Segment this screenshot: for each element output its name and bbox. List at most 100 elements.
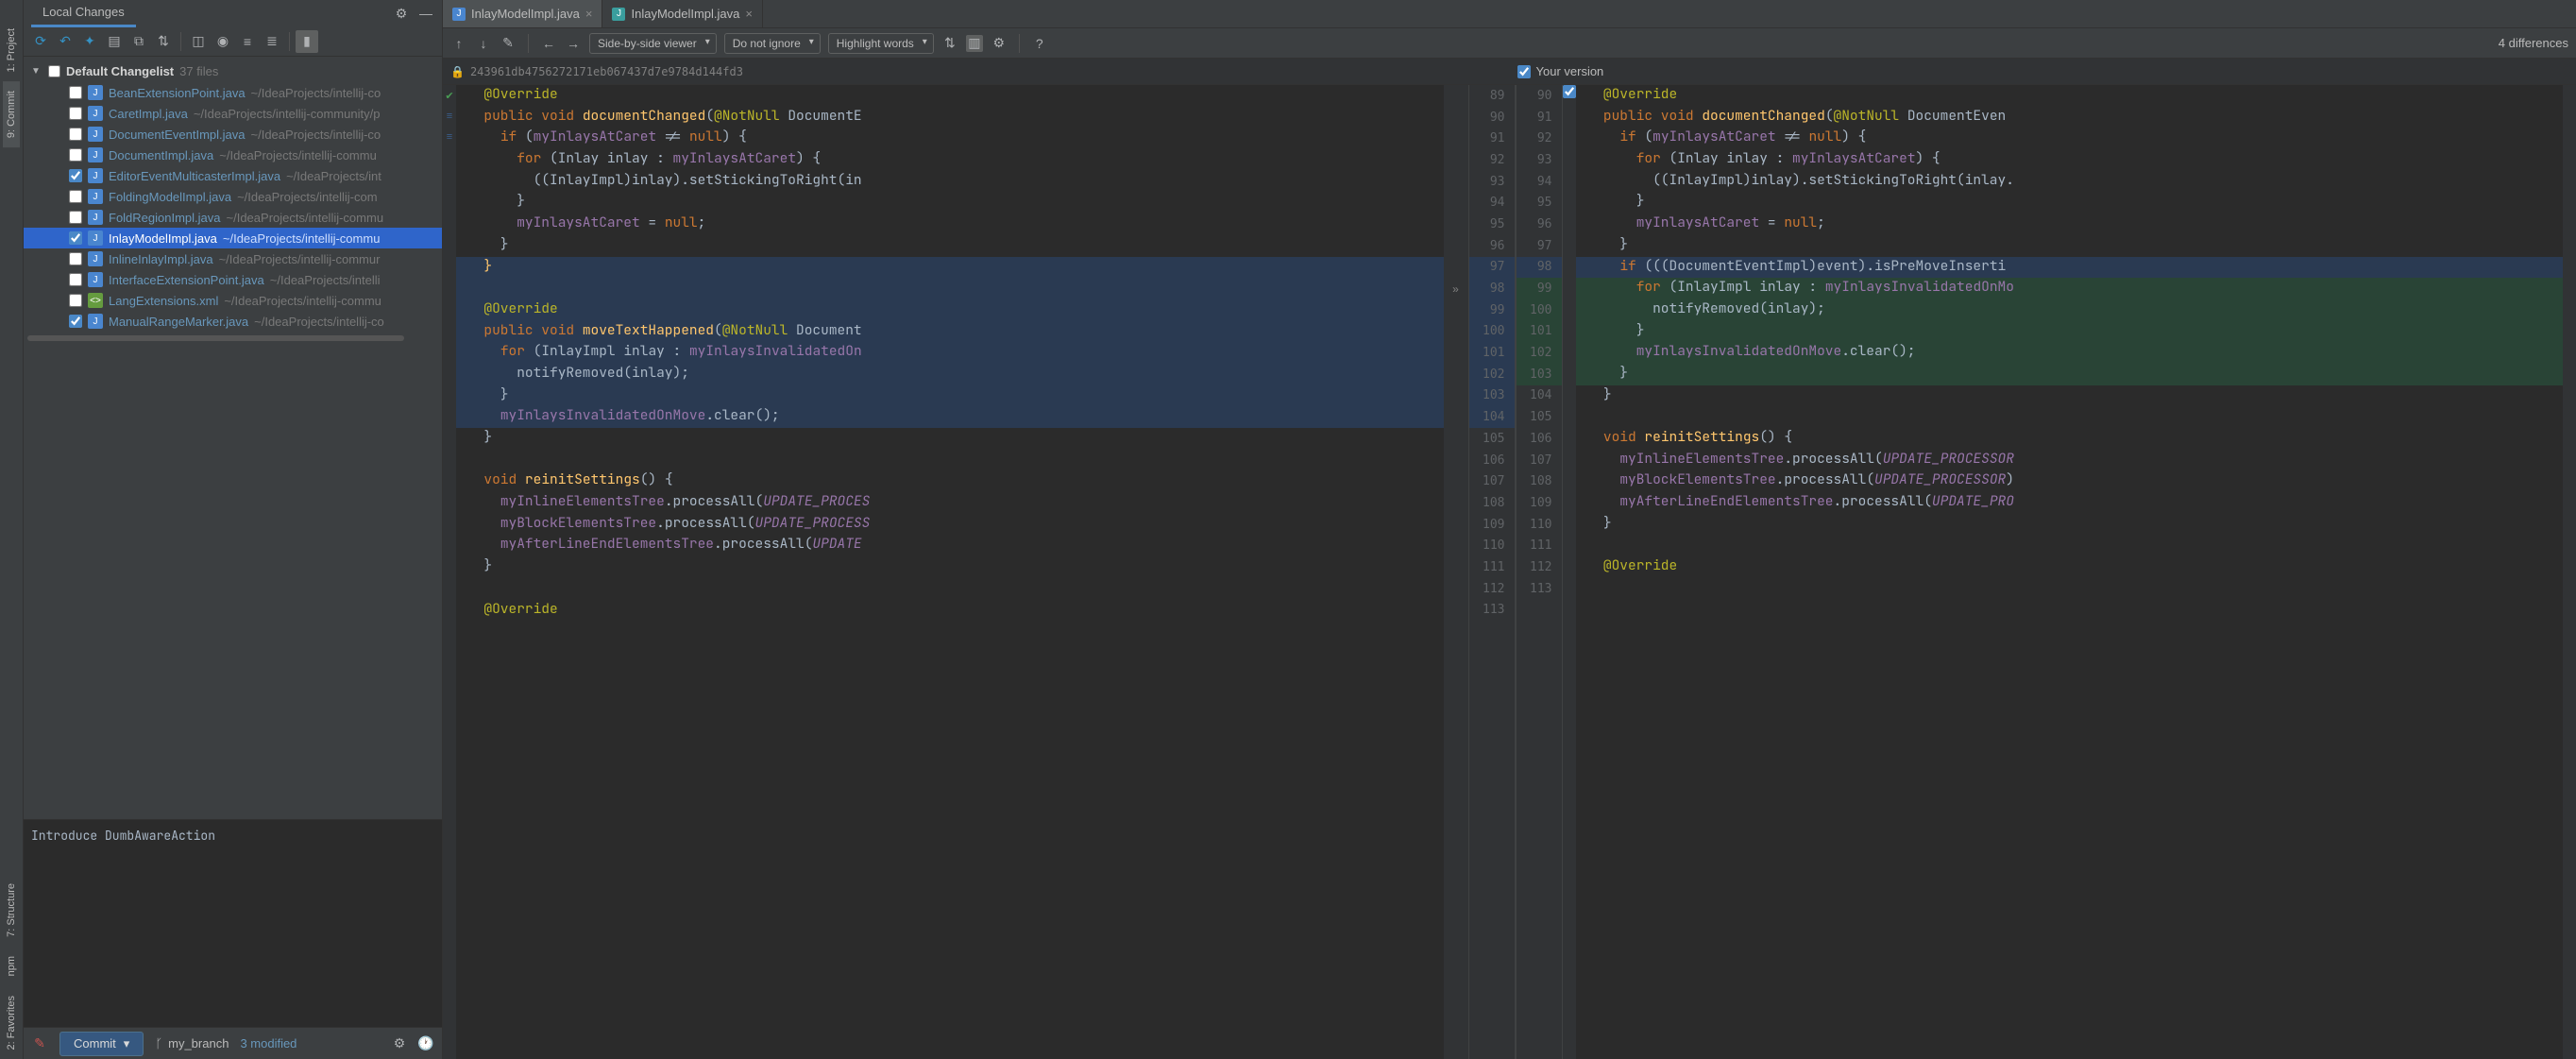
gear-icon[interactable]: ⚙ <box>393 5 410 22</box>
include-version-checkbox[interactable] <box>1517 65 1531 78</box>
help-icon[interactable]: ? <box>1031 35 1048 52</box>
file-row[interactable]: JFoldRegionImpl.java~/IdeaProjects/intel… <box>24 207 442 228</box>
changelist-checkbox[interactable] <box>48 65 60 77</box>
file-checkbox[interactable] <box>69 169 82 182</box>
viewer-dropdown[interactable]: Side-by-side viewer <box>589 33 717 54</box>
code-line[interactable] <box>456 578 1444 600</box>
horizontal-scrollbar[interactable] <box>27 335 404 341</box>
file-checkbox[interactable] <box>69 294 82 307</box>
panel-title[interactable]: Local Changes <box>31 0 136 27</box>
code-line[interactable]: } <box>456 235 1444 257</box>
code-line[interactable]: } <box>456 428 1444 450</box>
file-row[interactable]: JInlayModelImpl.java~/IdeaProjects/intel… <box>24 228 442 248</box>
code-line[interactable]: } <box>1576 385 2564 407</box>
refresh-icon[interactable]: ⟳ <box>29 30 52 53</box>
rail-favorites[interactable]: 2: Favorites <box>3 986 20 1059</box>
history-icon[interactable]: 🕐 <box>417 1035 434 1052</box>
code-line[interactable]: myInlaysInvalidatedOnMove.clear(); <box>456 406 1444 428</box>
commit-settings-icon[interactable]: ⚙ <box>391 1035 408 1052</box>
file-row[interactable]: JDocumentImpl.java~/IdeaProjects/intelli… <box>24 145 442 165</box>
update-icon[interactable]: ✦ <box>78 30 101 53</box>
modified-count[interactable]: 3 modified <box>240 1036 297 1050</box>
code-line[interactable]: } <box>456 385 1444 407</box>
edit-icon[interactable]: ✎ <box>500 35 517 52</box>
preview-icon[interactable]: ◉ <box>212 30 234 53</box>
diff-icon[interactable]: ▤ <box>103 30 126 53</box>
layout-icon[interactable]: ▮ <box>296 30 318 53</box>
file-checkbox[interactable] <box>69 128 82 141</box>
code-line[interactable]: if (myInlaysAtCaret != null) { <box>456 128 1444 149</box>
code-line[interactable]: @Override <box>1576 85 2564 107</box>
code-line[interactable]: notifyRemoved(inlay); <box>456 364 1444 385</box>
code-line[interactable] <box>1576 535 2564 556</box>
code-line[interactable]: void reinitSettings() { <box>1576 428 2564 450</box>
shelve-icon[interactable]: ⧉ <box>127 30 150 53</box>
tree-arrow-icon[interactable]: ▼ <box>31 66 42 77</box>
code-line[interactable] <box>456 278 1444 299</box>
code-line[interactable]: @Override <box>1576 556 2564 578</box>
back-icon[interactable]: ← <box>540 35 557 52</box>
file-row[interactable]: JManualRangeMarker.java~/IdeaProjects/in… <box>24 311 442 332</box>
rail-npm[interactable]: npm <box>3 947 20 985</box>
include-chunk-checkbox[interactable] <box>1563 85 1576 98</box>
code-line[interactable]: ((InlayImpl)inlay).setStickingToRight(in <box>456 171 1444 193</box>
file-checkbox[interactable] <box>69 107 82 120</box>
code-line[interactable]: if (((DocumentEventImpl)event).isPreMove… <box>1576 257 2564 279</box>
prev-diff-icon[interactable]: ↑ <box>450 35 467 52</box>
code-line[interactable]: myInlineElementsTree.processAll(UPDATE_P… <box>456 492 1444 514</box>
code-line[interactable]: notifyRemoved(inlay); <box>1576 299 2564 321</box>
next-diff-icon[interactable]: ↓ <box>475 35 492 52</box>
file-checkbox[interactable] <box>69 252 82 265</box>
editor-tab[interactable]: JInlayModelImpl.java× <box>443 0 602 27</box>
code-line[interactable] <box>1576 578 2564 600</box>
rail-structure[interactable]: 7: Structure <box>3 874 20 947</box>
code-line[interactable]: } <box>456 556 1444 578</box>
file-row[interactable]: <>LangExtensions.xml~/IdeaProjects/intel… <box>24 290 442 311</box>
commit-button[interactable]: Commit ▾ <box>59 1032 144 1056</box>
file-row[interactable]: JBeanExtensionPoint.java~/IdeaProjects/i… <box>24 82 442 103</box>
code-line[interactable] <box>1576 406 2564 428</box>
diff-settings-icon[interactable]: ⚙ <box>991 35 1008 52</box>
hide-icon[interactable]: — <box>417 5 434 22</box>
code-line[interactable]: myAfterLineEndElementsTree.processAll(UP… <box>1576 492 2564 514</box>
code-line[interactable]: myAfterLineEndElementsTree.processAll(UP… <box>456 535 1444 556</box>
changelist-icon[interactable]: ⇅ <box>152 30 175 53</box>
code-line[interactable]: } <box>456 257 1444 279</box>
code-line[interactable]: for (InlayImpl inlay : myInlaysInvalidat… <box>1576 278 2564 299</box>
code-line[interactable]: } <box>1576 514 2564 536</box>
file-checkbox[interactable] <box>69 190 82 203</box>
right-code-pane[interactable]: @Override public void documentChanged(@N… <box>1576 85 2564 1059</box>
file-row[interactable]: JDocumentEventImpl.java~/IdeaProjects/in… <box>24 124 442 145</box>
code-line[interactable]: for (InlayImpl inlay : myInlaysInvalidat… <box>456 342 1444 364</box>
file-checkbox[interactable] <box>69 86 82 99</box>
file-row[interactable]: JCaretImpl.java~/IdeaProjects/intellij-c… <box>24 103 442 124</box>
file-checkbox[interactable] <box>69 148 82 162</box>
code-line[interactable]: myBlockElementsTree.processAll(UPDATE_PR… <box>1576 470 2564 492</box>
code-line[interactable]: public void documentChanged(@NotNull Doc… <box>456 107 1444 128</box>
file-checkbox[interactable] <box>69 315 82 328</box>
file-checkbox[interactable] <box>69 273 82 286</box>
changelist-tree[interactable]: ▼ Default Changelist 37 files JBeanExten… <box>24 57 442 819</box>
code-line[interactable]: } <box>1576 235 2564 257</box>
collapse-unchanged-icon[interactable]: ⇅ <box>941 35 958 52</box>
highlight-dropdown[interactable]: Highlight words <box>828 33 934 54</box>
code-line[interactable]: } <box>456 192 1444 214</box>
editor-tab[interactable]: JInlayModelImpl.java× <box>602 0 762 27</box>
file-checkbox[interactable] <box>69 231 82 245</box>
close-icon[interactable]: × <box>585 7 593 21</box>
rail-project[interactable]: 1: Project <box>3 19 20 81</box>
code-line[interactable]: myInlineElementsTree.processAll(UPDATE_P… <box>1576 450 2564 471</box>
code-line[interactable]: myInlaysInvalidatedOnMove.clear(); <box>1576 342 2564 364</box>
code-line[interactable]: myInlaysAtCaret = null; <box>1576 214 2564 235</box>
code-line[interactable]: void reinitSettings() { <box>456 470 1444 492</box>
branch-name[interactable]: my_branch <box>168 1036 229 1050</box>
expand-diff-icon[interactable]: » <box>1444 278 1468 299</box>
group-icon[interactable]: ◫ <box>187 30 210 53</box>
file-row[interactable]: JInlineInlayImpl.java~/IdeaProjects/inte… <box>24 248 442 269</box>
left-code-pane[interactable]: @Override public void documentChanged(@N… <box>456 85 1444 1059</box>
collapse-icon[interactable]: ≣ <box>261 30 283 53</box>
forward-icon[interactable]: → <box>565 35 582 52</box>
amend-icon[interactable]: ✎ <box>31 1035 48 1052</box>
code-line[interactable]: for (Inlay inlay : myInlaysAtCaret) { <box>1576 149 2564 171</box>
expand-icon[interactable]: ≡ <box>236 30 259 53</box>
